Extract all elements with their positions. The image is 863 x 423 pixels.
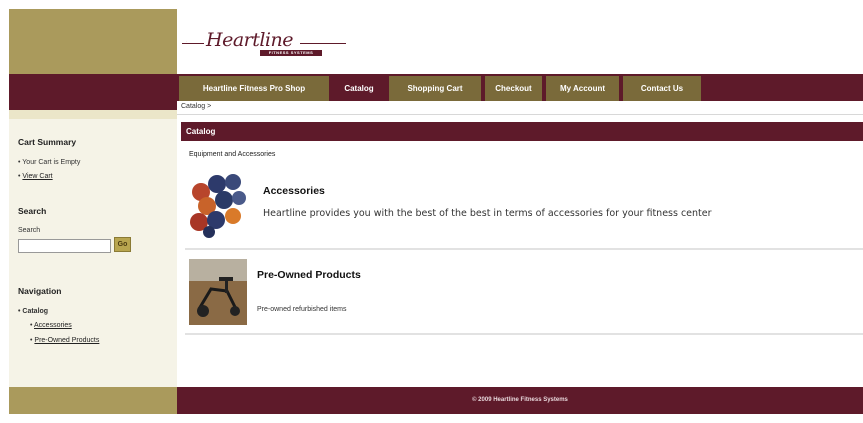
preowned-title[interactable]: Pre-Owned Products: [257, 269, 361, 281]
heartline-logo[interactable]: · Heartline FITNESS SYSTEMS: [182, 27, 346, 63]
tab-contact-us[interactable]: Contact Us: [623, 76, 701, 101]
nav-accessories-item: • Accessories: [30, 322, 72, 329]
left-nav-band: [9, 74, 177, 110]
left-footer-band: [9, 387, 177, 414]
item-divider: [185, 248, 863, 250]
main-navbar: Heartline Fitness Pro Shop Catalog Shopp…: [177, 74, 863, 101]
breadcrumb-divider: [177, 114, 863, 115]
catalog-item-preowned[interactable]: Pre-Owned Products Pre-owned refurbished…: [189, 257, 863, 329]
tab-checkout[interactable]: Checkout: [485, 76, 542, 101]
catalog-section-header: Catalog: [181, 122, 863, 141]
nav-catalog-item: • Catalog: [18, 308, 49, 315]
tab-pro-shop[interactable]: Heartline Fitness Pro Shop: [179, 76, 329, 101]
navigation-heading: Navigation: [18, 286, 62, 296]
left-logo-band: [9, 9, 177, 74]
header: · Heartline FITNESS SYSTEMS: [177, 9, 863, 74]
tab-shopping-cart[interactable]: Shopping Cart: [389, 76, 481, 101]
nav-accessories-link[interactable]: Accessories: [34, 322, 72, 329]
tab-catalog[interactable]: Catalog: [333, 76, 385, 101]
catalog-section-description: Equipment and Accessories: [189, 151, 276, 158]
logo-script-text: Heartline: [206, 29, 294, 51]
nav-catalog-link[interactable]: Catalog: [22, 308, 48, 315]
cart-empty-text: • Your Cart is Empty: [18, 159, 81, 166]
search-go-button[interactable]: Go: [114, 237, 131, 252]
preowned-description: Pre-owned refurbished items: [257, 306, 347, 313]
view-cart-item: • View Cart: [18, 173, 53, 180]
accessories-title[interactable]: Accessories: [263, 185, 325, 197]
footer: © 2009 Heartline Fitness Systems: [177, 387, 863, 414]
cart-summary-heading: Cart Summary: [18, 137, 77, 147]
breadcrumb[interactable]: Catalog >: [181, 103, 211, 110]
logo-line-left: [182, 43, 204, 44]
accessories-description: Heartline provides you with the best of …: [263, 208, 712, 219]
search-heading: Search: [18, 206, 47, 216]
nav-preowned-link[interactable]: Pre-Owned Products: [34, 337, 99, 344]
preowned-image[interactable]: [189, 259, 247, 325]
search-input[interactable]: [18, 239, 111, 253]
item-divider-bottom: [185, 333, 863, 335]
search-label: Search: [18, 227, 41, 234]
logo-subtitle: FITNESS SYSTEMS: [260, 50, 322, 56]
logo-mark: ·: [186, 39, 187, 43]
accessories-image[interactable]: [189, 172, 247, 238]
tab-my-account[interactable]: My Account: [546, 76, 619, 101]
logo-line-right: [300, 43, 346, 44]
cart-empty-label: Your Cart is Empty: [22, 159, 81, 166]
nav-preowned-item: • Pre-Owned Products: [30, 337, 100, 344]
left-strip: [9, 110, 177, 119]
view-cart-link[interactable]: View Cart: [22, 173, 52, 180]
catalog-item-accessories[interactable]: Accessories Heartline provides you with …: [189, 172, 863, 244]
